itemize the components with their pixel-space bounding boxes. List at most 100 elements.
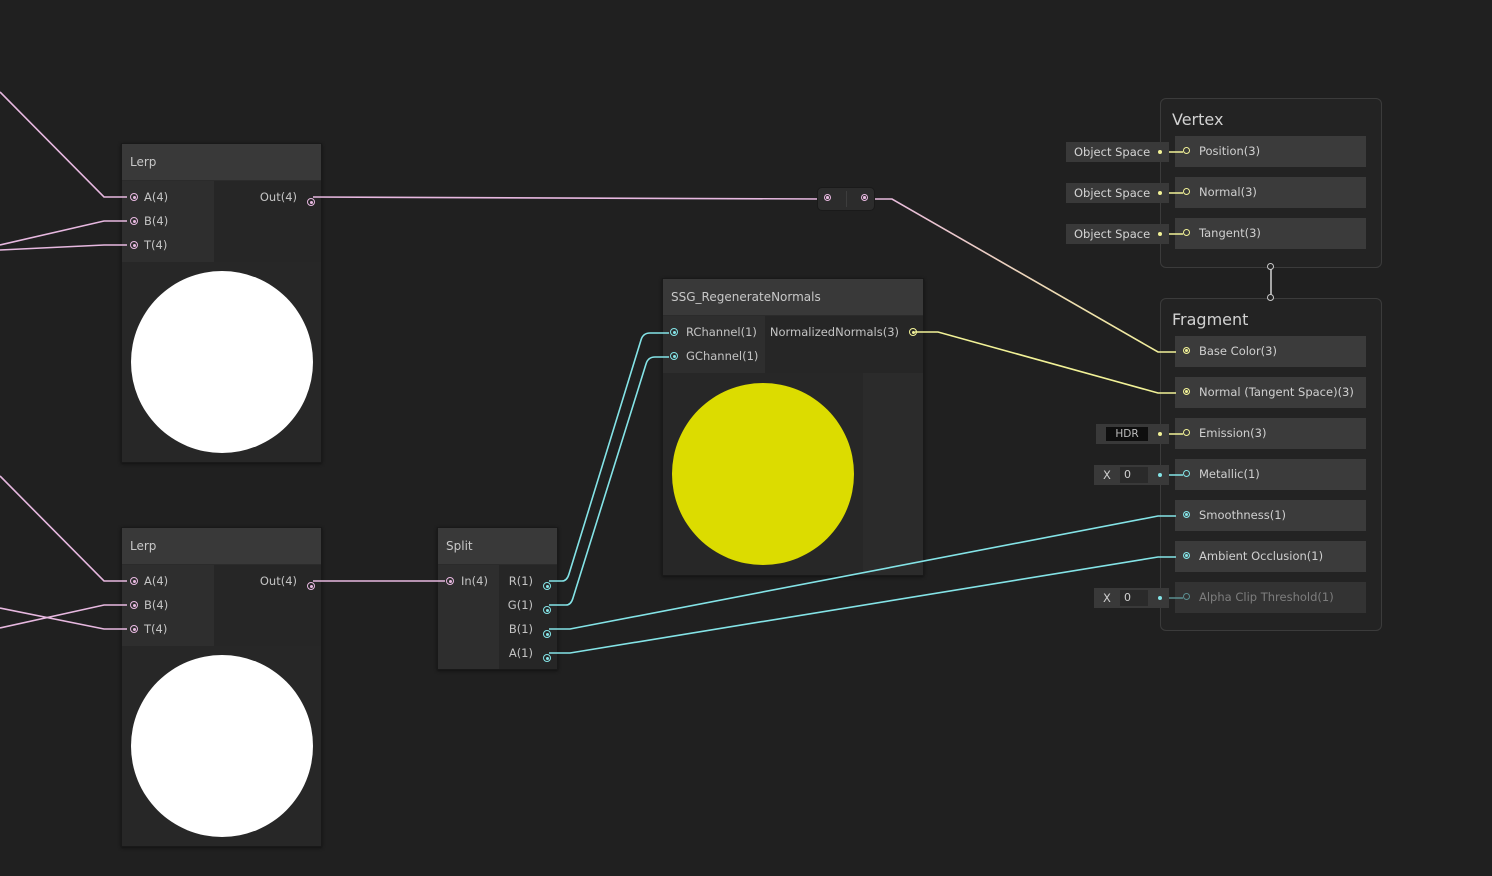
port-dot[interactable] — [130, 577, 138, 585]
port-dot[interactable] — [446, 577, 454, 585]
port-dot[interactable] — [543, 582, 551, 590]
hdr-color-swatch[interactable]: HDR — [1106, 427, 1148, 441]
port-label: B(4) — [144, 598, 169, 612]
wire-split-r-to-rchannel[interactable] — [549, 332, 669, 582]
port-dot[interactable] — [543, 654, 551, 662]
port-label: A(4) — [144, 190, 169, 204]
metallic-value-field[interactable]: X 0 — [1094, 465, 1169, 485]
wire-offscreen-a-top[interactable] — [0, 91, 127, 198]
space-label: Object Space — [1074, 186, 1151, 200]
inputs-pane: A(4) B(4) T(4) — [122, 565, 214, 646]
block-port-dot[interactable] — [1183, 388, 1190, 395]
port-a[interactable]: A(4) — [130, 573, 169, 589]
port-dot[interactable] — [543, 606, 551, 614]
wire-offscreen-b-bottom[interactable] — [0, 604, 127, 629]
port-dot[interactable] — [130, 625, 138, 633]
vertex-block-position[interactable]: Position(3) — [1175, 136, 1366, 167]
regenerate-normals-node[interactable]: SSG_RegenerateNormals RChannel(1) GChann… — [662, 278, 924, 576]
block-port-dot[interactable] — [1183, 188, 1190, 195]
port-label: R(1) — [508, 574, 533, 588]
alpha-clip-value-field[interactable]: X 0 — [1094, 588, 1169, 608]
port-rchannel[interactable]: RChannel(1) — [670, 324, 757, 340]
wire-split-g-to-gchannel[interactable] — [549, 356, 669, 606]
port-dot[interactable] — [307, 198, 315, 206]
block-port-dot[interactable] — [1183, 147, 1190, 154]
metallic-input[interactable]: 0 — [1120, 467, 1148, 483]
port-dot[interactable] — [130, 193, 138, 201]
port-b[interactable]: B(4) — [130, 597, 169, 613]
position-space-dropdown[interactable]: Object Space — [1066, 142, 1169, 162]
block-port-dot[interactable] — [1183, 229, 1190, 236]
fragment-block-metallic[interactable]: Metallic(1) — [1175, 459, 1366, 490]
emission-hdr-color-field[interactable]: HDR — [1096, 424, 1169, 444]
wire-offscreen-t-top[interactable] — [0, 244, 127, 251]
block-port-dot[interactable] — [1183, 470, 1190, 477]
port-label: B(1) — [508, 622, 533, 636]
alpha-clip-input[interactable]: 0 — [1120, 590, 1148, 606]
port-out[interactable]: Out(4) — [260, 189, 297, 205]
fragment-block-emission[interactable]: Emission(3) — [1175, 418, 1366, 449]
port-normalized-normals[interactable]: NormalizedNormals(3) — [770, 324, 899, 340]
fragment-block-smoothness[interactable]: Smoothness(1) — [1175, 500, 1366, 531]
block-label: Ambient Occlusion(1) — [1199, 549, 1324, 563]
port-in[interactable]: In(4) — [446, 573, 488, 589]
inputs-pane: RChannel(1) GChannel(1) — [663, 316, 765, 373]
tangent-space-dropdown[interactable]: Object Space — [1066, 224, 1169, 244]
wire-regen-to-normal[interactable] — [915, 331, 1176, 394]
port-t[interactable]: T(4) — [130, 237, 167, 253]
vertex-block-normal[interactable]: Normal(3) — [1175, 177, 1366, 208]
block-port-dot[interactable] — [1183, 347, 1190, 354]
preview-sphere — [131, 271, 313, 453]
port-label: A(4) — [144, 574, 169, 588]
pill-port-dot — [1158, 596, 1162, 600]
port-t[interactable]: T(4) — [130, 621, 167, 637]
fragment-block-ambient-occlusion[interactable]: Ambient Occlusion(1) — [1175, 541, 1366, 572]
port-g[interactable]: G(1) — [508, 597, 533, 613]
normal-space-dropdown[interactable]: Object Space — [1066, 183, 1169, 203]
port-a[interactable]: A(1) — [509, 645, 533, 661]
outputs-pane: Out(4) — [214, 181, 321, 262]
fragment-block-alpha-clip-threshold[interactable]: Alpha Clip Threshold(1) — [1175, 582, 1366, 613]
port-dot[interactable] — [543, 630, 551, 638]
vertex-block-tangent[interactable]: Tangent(3) — [1175, 218, 1366, 249]
port-r[interactable]: R(1) — [509, 573, 533, 589]
port-b[interactable]: B(1) — [509, 621, 533, 637]
space-label: Object Space — [1074, 145, 1151, 159]
port-dot[interactable] — [130, 601, 138, 609]
port-dot[interactable] — [670, 328, 678, 336]
port-gchannel[interactable]: GChannel(1) — [670, 348, 758, 364]
reroute-input-dot[interactable] — [824, 194, 831, 201]
port-a[interactable]: A(4) — [130, 189, 169, 205]
port-b[interactable]: B(4) — [130, 213, 169, 229]
reroute-output-dot[interactable] — [861, 194, 868, 201]
lerp-node-bottom[interactable]: Lerp A(4) B(4) T(4) Out(4) — [121, 527, 322, 847]
node-title: Split — [438, 528, 557, 564]
port-dot[interactable] — [909, 328, 917, 336]
wire-lerp-to-reroute[interactable] — [312, 196, 824, 200]
wire-offscreen-t-bottom[interactable] — [0, 607, 127, 630]
block-label: Smoothness(1) — [1199, 508, 1287, 522]
vertex-flow-out-dot — [1267, 263, 1274, 270]
port-label: B(4) — [144, 214, 169, 228]
port-dot[interactable] — [670, 352, 678, 360]
fragment-block-normal[interactable]: Normal (Tangent Space)(3) — [1175, 377, 1366, 408]
inputs-pane: In(4) — [438, 565, 499, 669]
block-port-dot[interactable] — [1183, 429, 1190, 436]
wire-offscreen-a-bottom[interactable] — [0, 475, 127, 582]
block-port-dot[interactable] — [1183, 511, 1190, 518]
port-out[interactable]: Out(4) — [260, 573, 297, 589]
wire-offscreen-b-top[interactable] — [0, 220, 127, 246]
block-port-dot[interactable] — [1183, 552, 1190, 559]
port-dot[interactable] — [307, 582, 315, 590]
port-dot[interactable] — [130, 241, 138, 249]
port-label: Out(4) — [259, 574, 297, 588]
redirect-node[interactable] — [817, 187, 875, 211]
port-dot[interactable] — [130, 217, 138, 225]
pill-port-dot — [1158, 232, 1162, 236]
lerp-node-top[interactable]: Lerp A(4) B(4) T(4) Out(4) — [121, 143, 322, 463]
split-node[interactable]: Split In(4) R(1) G(1) B(1) A(1) — [437, 527, 558, 670]
fragment-block-base-color[interactable]: Base Color(3) — [1175, 336, 1366, 367]
port-label: NormalizedNormals(3) — [769, 325, 899, 339]
block-port-dot[interactable] — [1183, 593, 1190, 600]
port-label: Out(4) — [259, 190, 297, 204]
